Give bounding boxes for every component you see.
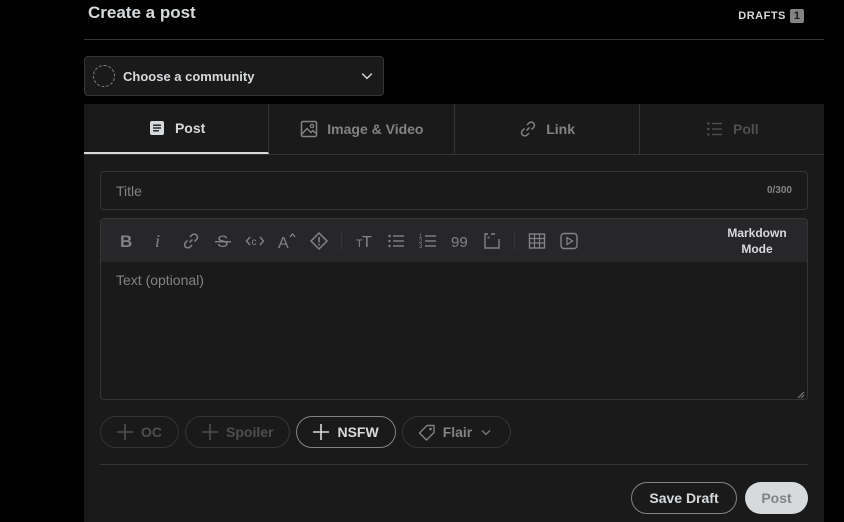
post-type-tabs: Post Image & Video Link Poll (84, 104, 824, 155)
poll-icon (707, 122, 723, 136)
nsfw-tag-label: NSFW (337, 424, 379, 440)
post-doc-icon (149, 121, 164, 135)
drafts-button[interactable]: DRAFTS 1 (738, 9, 804, 23)
plus-icon (313, 424, 330, 440)
bold-icon[interactable]: B (111, 226, 143, 256)
tab-poll[interactable]: Poll (640, 104, 824, 154)
svg-text:99: 99 (451, 234, 468, 251)
table-icon[interactable] (521, 226, 553, 256)
italic-icon[interactable]: i (143, 226, 175, 256)
page-title: Create a post (88, 3, 196, 22)
svg-text:A: A (278, 235, 289, 251)
oc-tag-button[interactable]: OC (100, 416, 179, 448)
inline-code-icon[interactable]: c (239, 226, 271, 256)
chevron-down-icon (361, 73, 373, 80)
drafts-count-badge: 1 (789, 9, 804, 23)
community-selector-label: Choose a community (123, 68, 255, 84)
tab-poll-label: Poll (733, 121, 759, 137)
post-tag-row: OC Spoiler NSFW Flair (100, 416, 512, 448)
oc-tag-label: OC (141, 424, 162, 440)
tag-icon (418, 424, 435, 441)
svg-text:T: T (362, 234, 372, 251)
spoiler-tag-button[interactable]: Spoiler (185, 416, 291, 448)
tab-image-video[interactable]: Image & Video (269, 104, 455, 154)
link-icon (521, 121, 536, 137)
svg-text:3: 3 (419, 244, 423, 250)
svg-text:B: B (120, 232, 132, 251)
tab-link-label: Link (546, 121, 576, 137)
spoiler-tag-label: Spoiler (226, 424, 274, 440)
plus-icon (117, 424, 133, 440)
post-button[interactable]: Post (745, 482, 808, 514)
strikethrough-icon[interactable]: S (207, 226, 239, 256)
resize-handle-icon[interactable] (797, 391, 805, 399)
bulleted-list-icon[interactable] (380, 226, 412, 256)
link-icon[interactable] (175, 226, 207, 256)
title-input[interactable]: Title 0/300 (100, 171, 808, 210)
toolbar-divider (341, 231, 342, 250)
numbered-list-icon[interactable]: 123 (412, 226, 444, 256)
editor-toolbar: B i S c A TT 123 99 Markdown Mode (101, 219, 807, 262)
drafts-label: DRAFTS (738, 10, 786, 22)
svg-text:i: i (155, 231, 160, 251)
svg-text:c: c (252, 237, 257, 248)
superscript-icon[interactable]: A (271, 226, 303, 256)
markdown-mode-button[interactable]: Markdown Mode (717, 225, 797, 257)
heading-icon[interactable]: TT (348, 226, 380, 256)
body-textarea[interactable]: Text (optional) (101, 262, 807, 399)
page-header: Create a post DRAFTS 1 (84, 0, 824, 40)
tab-post[interactable]: Post (84, 104, 270, 154)
code-block-icon[interactable] (476, 226, 508, 256)
title-placeholder: Title (116, 182, 142, 199)
flair-tag-button[interactable]: Flair (401, 416, 512, 448)
tab-post-label: Post (174, 120, 206, 136)
chevron-down-icon (481, 429, 491, 436)
save-draft-button[interactable]: Save Draft (631, 482, 737, 514)
markdown-mode-label-line1: Markdown (727, 225, 787, 240)
flair-tag-label: Flair (442, 424, 473, 440)
toolbar-divider (514, 231, 515, 250)
post-composer: Post Image & Video Link Poll Title 0/300… (84, 104, 824, 522)
tab-link[interactable]: Link (455, 104, 640, 154)
community-placeholder-icon (93, 65, 115, 87)
markdown-mode-label-line2: Mode (741, 241, 773, 256)
body-editor: B i S c A TT 123 99 Markdown Mode Text (… (100, 218, 808, 400)
plus-icon (202, 424, 218, 440)
title-char-counter: 0/300 (766, 185, 792, 196)
community-selector[interactable]: Choose a community (84, 56, 384, 96)
body-placeholder: Text (optional) (116, 272, 204, 288)
spoiler-icon[interactable] (303, 226, 335, 256)
nsfw-tag-button[interactable]: NSFW (296, 416, 396, 448)
image-icon (301, 120, 318, 138)
quote-block-icon[interactable]: 99 (444, 226, 476, 256)
tab-image-video-label: Image & Video (327, 121, 424, 137)
action-divider (100, 464, 808, 465)
video-icon[interactable] (553, 226, 585, 256)
